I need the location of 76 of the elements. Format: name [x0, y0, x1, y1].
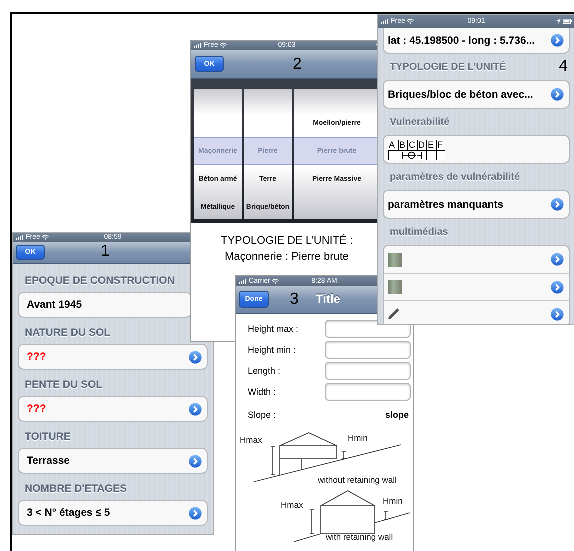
section-header: Vulnerabilité — [390, 117, 450, 128]
list-row[interactable]: lat : 45.198500 - long : 5.736... — [384, 28, 569, 53]
disclosure-chevron-icon[interactable] — [189, 350, 202, 364]
list-row[interactable]: Avant 1945 — [18, 292, 192, 318]
vulnerability-class-letter: A — [388, 140, 398, 150]
section-header: paramètres de vulnérabilité — [390, 172, 520, 183]
section-header: EPOQUE DE CONSTRUCTION — [24, 274, 176, 289]
list-row[interactable]: Briques/bloc de béton avec... — [384, 81, 569, 108]
field-label: Length : — [248, 366, 281, 376]
summary-text: Maçonnerie : Pierre brute — [224, 250, 350, 265]
disclosure-chevron-icon[interactable] — [551, 308, 564, 320]
diagram-caption: without retaining wall — [318, 475, 397, 485]
row-text: paramètres manquants — [388, 198, 504, 210]
slope-value: slope — [385, 410, 409, 420]
signal-icon — [239, 278, 247, 284]
hmax-label: Hmax — [240, 435, 262, 445]
input-field[interactable] — [325, 382, 411, 400]
hmin-label: Hmin — [348, 433, 368, 443]
section-header: multimédias — [390, 227, 448, 238]
nav-title: Title — [316, 292, 340, 306]
diagram-caption: with retaining wall — [326, 532, 394, 542]
slope-label: Slope : — [248, 410, 276, 420]
list-row[interactable]: ??? — [18, 344, 208, 370]
row-value: Avant 1945 — [27, 299, 82, 311]
vulnerability-class-letter: E — [426, 140, 436, 150]
signal-icon — [16, 235, 24, 240]
list-row[interactable]: ??? — [18, 396, 208, 422]
photo-placeholder — [388, 252, 402, 266]
screen-number-label: 2 — [293, 56, 302, 74]
row-value: 3 < N° étages ≤ 5 — [27, 507, 110, 519]
wifi-icon — [407, 19, 414, 24]
section-header: NOMBRE D'ETAGES — [24, 482, 128, 497]
battery-icon — [563, 19, 572, 24]
list-row[interactable]: 3 < N° étages ≤ 5 — [18, 500, 208, 526]
field-label: Height min : — [248, 344, 296, 354]
wifi-icon — [42, 235, 50, 240]
disclosure-chevron-icon[interactable] — [189, 402, 202, 416]
row-value: Terrasse — [27, 455, 70, 467]
screen-number-label: 3 — [290, 291, 299, 309]
row-text: lat : 45.198500 - long : 5.736... — [388, 34, 536, 46]
vulnerability-class-letter: F — [436, 140, 445, 150]
row-value: ??? — [27, 351, 46, 363]
list-row[interactable]: paramètres manquants — [384, 191, 569, 218]
signal-icon — [381, 19, 389, 24]
disclosure-chevron-icon[interactable] — [551, 253, 564, 266]
signal-icon — [194, 43, 202, 48]
section-header: TOITURE — [24, 430, 72, 445]
vulnerability-class-letter: C — [407, 140, 416, 150]
section-header: TYPOLOGIE DE L’UNITÉ — [390, 62, 506, 73]
disclosure-chevron-icon[interactable] — [551, 88, 564, 101]
disclosure-chevron-icon[interactable] — [551, 34, 564, 47]
row-value: ??? — [27, 403, 46, 415]
field-label: Height max : — [248, 324, 299, 334]
section-header: PENTE DU SOL — [24, 378, 104, 393]
field-label: Width : — [248, 386, 276, 396]
list-row[interactable] — [384, 300, 569, 324]
hmin-label: Hmin — [383, 496, 403, 506]
disclosure-chevron-icon[interactable] — [189, 506, 202, 520]
disclosure-chevron-icon[interactable] — [189, 454, 202, 468]
wifi-icon — [220, 43, 228, 48]
input-field[interactable] — [325, 340, 411, 358]
location-arrow-icon — [556, 19, 561, 24]
summary-text: TYPOLOGIE DE L’UNITÉ : — [220, 234, 354, 249]
photo-placeholder — [388, 280, 402, 294]
vulnerability-class-letter: D — [416, 140, 426, 150]
section-header: NATURE DU SOL — [24, 326, 112, 341]
input-field[interactable] — [325, 362, 411, 380]
hmax-label: Hmax — [281, 500, 304, 510]
wifi-icon — [272, 278, 280, 284]
screen-number-label: 1 — [101, 243, 110, 261]
screen-number-label: 4 — [559, 58, 568, 76]
disclosure-chevron-icon[interactable] — [551, 280, 564, 294]
row-text: Briques/bloc de béton avec... — [388, 88, 534, 100]
list-row[interactable]: Terrasse — [18, 448, 208, 474]
vulnerability-class-letter: B — [398, 140, 407, 150]
disclosure-chevron-icon[interactable] — [551, 198, 564, 211]
